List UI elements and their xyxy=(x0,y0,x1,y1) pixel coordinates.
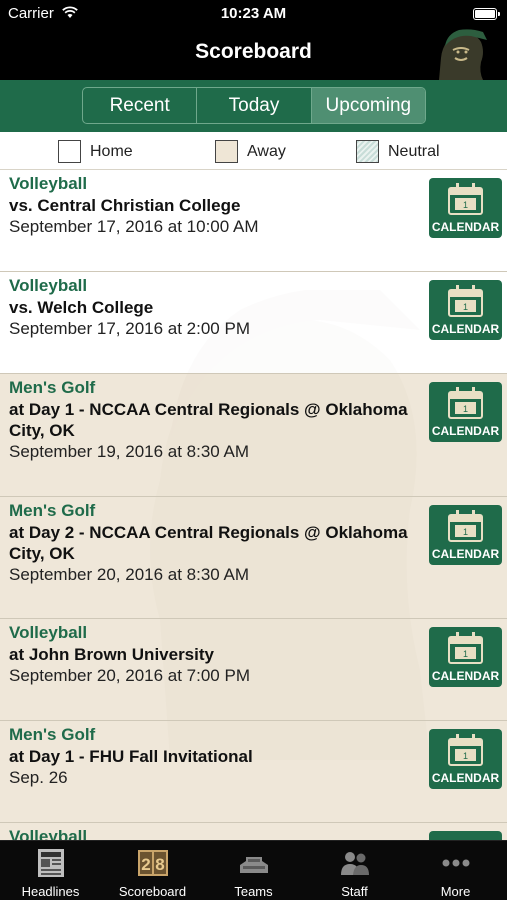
calendar-label: CALENDAR xyxy=(431,669,500,683)
event-sport: Volleyball xyxy=(9,623,88,642)
calendar-day: 1 xyxy=(463,649,468,659)
segment-upcoming[interactable]: Upcoming xyxy=(311,88,425,123)
tab-bar: Headlines 2 8 Scoreboard Teams Staff Mor… xyxy=(0,840,507,900)
mascot-logo-icon xyxy=(439,29,487,80)
calendar-day: 1 xyxy=(463,751,468,761)
event-opponent: at Day 1 - NCCAA Central Regionals @ Okl… xyxy=(9,400,408,440)
calendar-label: CALENDAR xyxy=(431,424,500,438)
event-list[interactable]: Volleyball vs. Central Christian College… xyxy=(0,170,507,840)
add-to-calendar-button[interactable]: 1 CALENDAR xyxy=(429,382,502,442)
people-icon xyxy=(341,852,369,875)
event-sport: Men's Golf xyxy=(9,501,96,520)
tab-scoreboard[interactable]: 2 8 Scoreboard xyxy=(102,841,203,900)
status-time: 10:23 AM xyxy=(220,5,287,22)
event-opponent: at Day 2 - NCCAA Central Regionals @ Okl… xyxy=(9,523,408,563)
home-swatch xyxy=(58,140,81,163)
event-opponent: vs. Welch College xyxy=(9,298,154,317)
tab-label: Teams xyxy=(234,884,273,899)
event-row[interactable]: Men's Golf at Day 2 - NCCAA Central Regi… xyxy=(0,497,507,619)
calendar-day: 1 xyxy=(463,200,468,210)
event-sport: Volleyball xyxy=(9,174,88,193)
away-swatch xyxy=(215,140,238,163)
event-date: September 17, 2016 at 10:00 AM xyxy=(9,217,259,236)
calendar-label: CALENDAR xyxy=(431,220,500,234)
tab-headlines[interactable]: Headlines xyxy=(0,841,101,900)
event-date: September 20, 2016 at 8:30 AM xyxy=(9,565,250,584)
more-dots-icon xyxy=(442,859,470,867)
add-to-calendar-button[interactable]: 1 CALENDAR xyxy=(429,505,502,565)
event-sport: Volleyball xyxy=(9,827,88,840)
tab-label: Scoreboard xyxy=(118,884,187,899)
tab-label: Staff xyxy=(341,884,368,899)
add-to-calendar-button[interactable]: 1 CALENDAR xyxy=(429,627,502,687)
event-date: September 20, 2016 at 7:00 PM xyxy=(9,666,250,685)
event-date: Sep. 26 xyxy=(9,768,68,787)
event-date: September 17, 2016 at 2:00 PM xyxy=(9,319,250,338)
segment-recent[interactable]: Recent xyxy=(83,88,198,123)
add-to-calendar-button[interactable]: 1 CALENDAR xyxy=(429,178,502,238)
event-row[interactable]: Men's Golf at Day 1 - FHU Fall Invitatio… xyxy=(0,721,507,823)
add-to-calendar-button[interactable]: CALENDAR xyxy=(429,831,502,840)
legend-home: Home xyxy=(58,140,133,163)
tab-label: Headlines xyxy=(21,884,80,899)
event-opponent: vs. Central Christian College xyxy=(9,196,241,215)
tab-staff[interactable]: Staff xyxy=(304,841,405,900)
calendar-icon: 1 xyxy=(448,285,483,317)
battery-icon xyxy=(473,8,500,20)
location-legend: Home Away Neutral xyxy=(0,132,507,170)
svg-text:8: 8 xyxy=(155,855,164,874)
calendar-label: CALENDAR xyxy=(431,322,500,336)
calendar-icon: 1 xyxy=(448,510,483,542)
newspaper-icon xyxy=(38,849,64,877)
calendar-day: 1 xyxy=(463,404,468,414)
event-date: September 19, 2016 at 8:30 AM xyxy=(9,442,250,461)
calendar-icon: 1 xyxy=(448,632,483,664)
event-row[interactable]: Men's Golf at Day 1 - NCCAA Central Regi… xyxy=(0,374,507,497)
nav-bar: Scoreboard xyxy=(0,28,507,80)
calendar-icon: 1 xyxy=(448,734,483,766)
legend-home-label: Home xyxy=(90,142,133,160)
legend-neutral-label: Neutral xyxy=(388,142,440,160)
stadium-icon xyxy=(240,857,268,873)
status-bar: Carrier 10:23 AM xyxy=(0,0,507,28)
event-row[interactable]: Volleyball vs. Central Christian College… xyxy=(0,170,507,272)
tab-label: More xyxy=(440,884,471,899)
svg-text:2: 2 xyxy=(141,855,150,874)
calendar-icon: 1 xyxy=(448,387,483,419)
tab-teams[interactable]: Teams xyxy=(203,841,304,900)
time-filter-segmented-control: Recent Today Upcoming xyxy=(82,87,426,124)
calendar-icon: 1 xyxy=(448,183,483,215)
event-row[interactable]: Volleyball vs. Welch College September 1… xyxy=(0,272,507,374)
segment-today[interactable]: Today xyxy=(197,88,312,123)
calendar-day: 1 xyxy=(463,302,468,312)
segment-bar: Recent Today Upcoming xyxy=(0,80,507,132)
legend-away: Away xyxy=(215,140,286,163)
event-row[interactable]: Volleyball at John Brown University Sept… xyxy=(0,619,507,721)
legend-away-label: Away xyxy=(247,142,286,160)
tab-more[interactable]: More xyxy=(405,841,506,900)
scoreboard-icon: 2 8 xyxy=(138,850,168,876)
event-sport: Volleyball xyxy=(9,276,88,295)
event-opponent: at Day 1 - FHU Fall Invitational xyxy=(9,747,253,766)
event-row[interactable]: Volleyball CALENDAR xyxy=(0,823,507,840)
add-to-calendar-button[interactable]: 1 CALENDAR xyxy=(429,280,502,340)
event-sport: Men's Golf xyxy=(9,378,96,397)
calendar-label: CALENDAR xyxy=(431,771,500,785)
calendar-day: 1 xyxy=(463,527,468,537)
add-to-calendar-button[interactable]: 1 CALENDAR xyxy=(429,729,502,789)
neutral-swatch xyxy=(356,140,379,163)
event-sport: Men's Golf xyxy=(9,725,96,744)
event-opponent: at John Brown University xyxy=(9,645,214,664)
legend-neutral: Neutral xyxy=(356,140,440,163)
calendar-label: CALENDAR xyxy=(431,547,500,561)
